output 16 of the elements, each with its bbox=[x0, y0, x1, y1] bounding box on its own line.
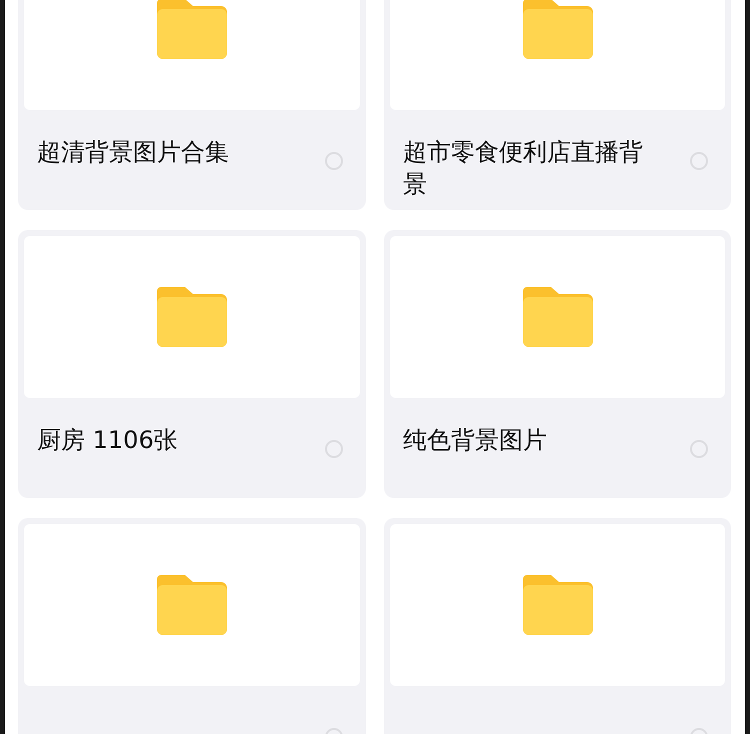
folder-card[interactable] bbox=[384, 518, 731, 734]
folder-card[interactable] bbox=[18, 518, 366, 734]
folder-icon bbox=[522, 287, 592, 347]
folder-icon bbox=[157, 575, 227, 635]
folder-card[interactable]: 厨房 1106张 bbox=[18, 230, 366, 498]
folder-name: 厨房 1106张 bbox=[37, 425, 179, 456]
folder-name: 超市零食便利店直播背景 bbox=[403, 137, 644, 200]
folder-icon bbox=[157, 287, 227, 347]
folder-card[interactable]: 超市零食便利店直播背景 bbox=[384, 0, 731, 210]
folder-name: 纯色背景图片 bbox=[403, 425, 548, 456]
folder-icon bbox=[522, 0, 592, 59]
folder-icon bbox=[157, 0, 227, 59]
folder-card[interactable]: 超清背景图片合集 bbox=[18, 0, 366, 210]
folder-icon bbox=[522, 575, 592, 635]
folder-name: 超清背景图片合集 bbox=[37, 137, 230, 168]
folder-card[interactable]: 纯色背景图片 bbox=[384, 230, 731, 498]
